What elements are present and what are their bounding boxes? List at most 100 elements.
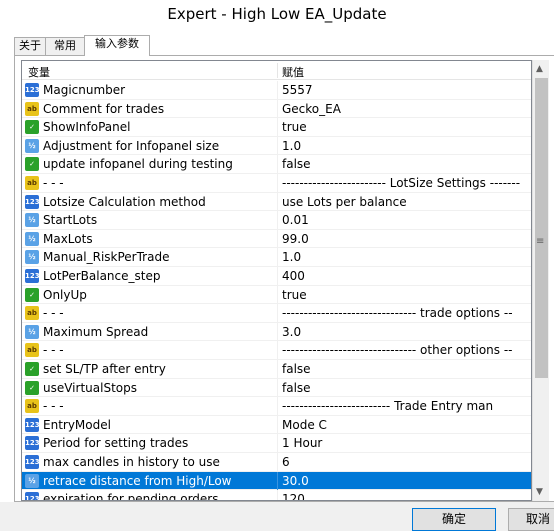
- param-name: useVirtualStops: [43, 380, 137, 395]
- param-value[interactable]: ------------------------------- trade op…: [282, 306, 530, 320]
- double-icon: ½: [25, 473, 39, 488]
- grid-header: 变量 赋值: [22, 61, 531, 80]
- param-row[interactable]: ½ Manual_RiskPerTrade 1.0: [22, 248, 531, 267]
- param-row[interactable]: ½ retrace distance from High/Low 30.0: [22, 471, 531, 491]
- cell-divider: [277, 174, 278, 192]
- param-value[interactable]: ------------------------- Trade Entry ma…: [282, 399, 530, 413]
- column-header-variable[interactable]: 变量: [28, 64, 50, 80]
- cell-divider: [277, 322, 278, 341]
- param-value[interactable]: false: [282, 381, 530, 395]
- param-value[interactable]: use Lots per balance: [282, 195, 530, 209]
- cell-divider: [277, 192, 278, 211]
- cell-divider: [277, 248, 278, 267]
- param-value[interactable]: true: [282, 120, 530, 134]
- param-value[interactable]: Gecko_EA: [282, 102, 530, 116]
- param-value[interactable]: 6: [282, 455, 530, 469]
- scrollbar-thumb[interactable]: [535, 78, 548, 378]
- param-name: StartLots: [43, 213, 98, 228]
- param-name: - - -: [43, 343, 64, 358]
- param-row[interactable]: 123 LotPerBalance_step 400: [22, 267, 531, 286]
- param-name: set SL/TP after entry: [43, 362, 166, 376]
- param-row[interactable]: ½ Maximum Spread 3.0: [22, 322, 531, 342]
- int-icon: 123: [25, 417, 40, 432]
- param-row[interactable]: 123 max candles in history to use 6: [22, 453, 531, 472]
- cell-divider: [277, 81, 278, 99]
- string-icon: ab: [25, 306, 39, 321]
- param-value[interactable]: 400: [282, 269, 530, 283]
- param-value[interactable]: Mode C: [282, 418, 530, 432]
- cell-divider: [277, 471, 278, 490]
- param-name: retrace distance from High/Low: [43, 473, 232, 488]
- cell-divider: [277, 378, 278, 397]
- param-name: LotPerBalance_step: [43, 269, 161, 283]
- cell-divider: [277, 155, 278, 174]
- param-row[interactable]: 123 EntryModel Mode C: [22, 415, 531, 435]
- vertical-scrollbar[interactable]: ▲ ≡ ▼: [532, 60, 549, 501]
- title-bar: Expert - High Low EA_Update: [0, 0, 554, 30]
- double-icon: ½: [25, 138, 39, 153]
- int-icon: 123: [25, 269, 40, 283]
- param-value[interactable]: 99.0: [282, 232, 530, 246]
- tab-common[interactable]: 常用: [45, 37, 85, 55]
- param-value[interactable]: 120: [282, 492, 530, 500]
- tab-inputs[interactable]: 输入参数: [84, 35, 150, 56]
- param-row[interactable]: ab Comment for trades Gecko_EA: [22, 99, 531, 119]
- string-icon: ab: [25, 343, 39, 358]
- param-value[interactable]: false: [282, 157, 530, 171]
- string-icon: ab: [25, 399, 39, 414]
- cancel-button[interactable]: 取消: [508, 508, 554, 531]
- cell-divider: [277, 99, 278, 118]
- param-row[interactable]: ½ MaxLots 99.0: [22, 229, 531, 249]
- param-row[interactable]: 123 expiration for pending orders 120: [22, 490, 531, 501]
- param-row[interactable]: ab - - - ------------------------------- t…: [22, 304, 531, 323]
- param-value[interactable]: 1.0: [282, 139, 530, 153]
- cell-divider: [277, 229, 278, 248]
- int-icon: 123: [25, 436, 40, 451]
- param-value[interactable]: 30.0: [282, 474, 530, 488]
- bool-icon: ✓: [25, 362, 39, 376]
- param-value[interactable]: 1.0: [282, 250, 530, 264]
- scroll-up-arrow-icon[interactable]: ▲: [536, 64, 543, 74]
- param-value[interactable]: 0.01: [282, 213, 530, 227]
- dialog-footer: 确定 取消: [0, 502, 554, 531]
- column-header-value[interactable]: 赋值: [282, 64, 304, 80]
- cell-divider: [277, 415, 278, 434]
- param-value[interactable]: 3.0: [282, 325, 530, 339]
- param-value[interactable]: ------------------------------- other op…: [282, 343, 530, 357]
- param-name: - - -: [43, 176, 64, 190]
- param-row[interactable]: ½ Adjustment for Infopanel size 1.0: [22, 136, 531, 156]
- bool-icon: ✓: [25, 380, 39, 395]
- param-value[interactable]: 1 Hour: [282, 436, 530, 450]
- param-value[interactable]: false: [282, 362, 530, 376]
- param-value[interactable]: ------------------------ LotSize Setting…: [282, 176, 530, 190]
- ok-button[interactable]: 确定: [412, 508, 496, 531]
- param-row[interactable]: ✓ ShowInfoPanel true: [22, 118, 531, 137]
- param-row[interactable]: ✓ useVirtualStops false: [22, 378, 531, 398]
- cell-divider: [277, 360, 278, 378]
- param-row[interactable]: ½ StartLots 0.01: [22, 211, 531, 230]
- param-row[interactable]: ✓ update infopanel during testing false: [22, 155, 531, 174]
- param-name: expiration for pending orders: [43, 492, 219, 501]
- param-row[interactable]: 123 Period for setting trades 1 Hour: [22, 434, 531, 453]
- param-row[interactable]: 123 Magicnumber 5557: [22, 81, 531, 100]
- tab-about[interactable]: 关于: [14, 37, 46, 55]
- cell-divider: [277, 211, 278, 230]
- param-row[interactable]: ab - - - ------------------------- Trade E…: [22, 397, 531, 416]
- cell-divider: [277, 490, 278, 500]
- param-row[interactable]: ab - - - ------------------------ LotSize …: [22, 174, 531, 193]
- param-value[interactable]: true: [282, 288, 530, 302]
- param-row[interactable]: ab - - - ------------------------------- o…: [22, 341, 531, 360]
- scrollbar-grip-icon: ≡: [536, 236, 545, 247]
- scroll-down-arrow-icon[interactable]: ▼: [536, 487, 543, 497]
- cell-divider: [277, 285, 278, 304]
- param-name: Lotsize Calculation method: [43, 194, 206, 209]
- param-row[interactable]: ✓ OnlyUp true: [22, 285, 531, 305]
- param-name: Maximum Spread: [43, 324, 149, 339]
- cell-divider: [277, 397, 278, 416]
- param-value[interactable]: 5557: [282, 83, 530, 97]
- param-name: Comment for trades: [43, 101, 165, 116]
- double-icon: ½: [25, 250, 39, 265]
- param-row[interactable]: 123 Lotsize Calculation method use Lots pe…: [22, 192, 531, 212]
- param-row[interactable]: ✓ set SL/TP after entry false: [22, 360, 531, 379]
- column-divider[interactable]: [277, 63, 278, 78]
